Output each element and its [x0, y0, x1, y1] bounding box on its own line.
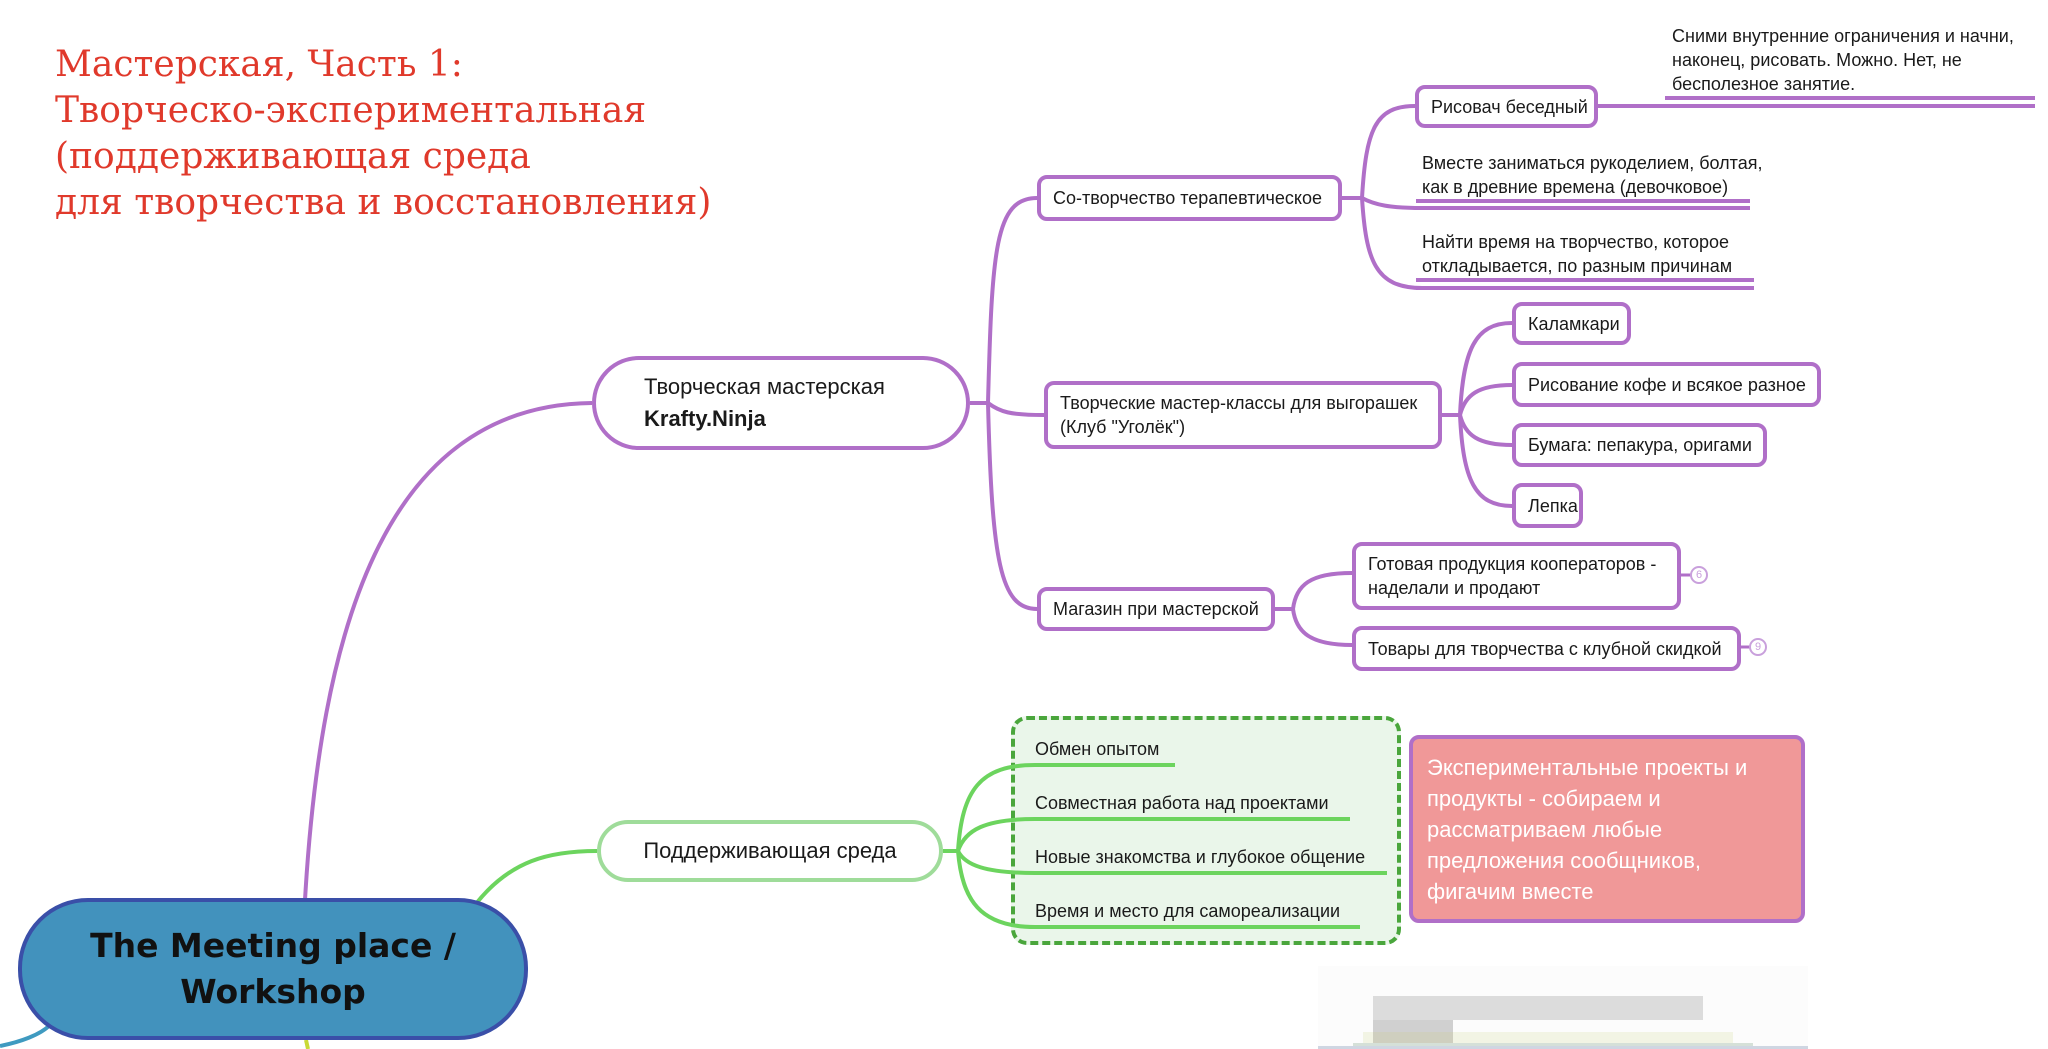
- title-line: Творческо-экспериментальная: [55, 90, 647, 131]
- note-risovach[interactable]: Сними внутренние ограничения и начни, на…: [1672, 24, 2014, 96]
- node-label-brand: Krafty.Ninja: [644, 406, 766, 431]
- note-line: продукты - собираем и: [1427, 786, 1661, 811]
- root-label-line: The Meeting place /: [90, 926, 456, 965]
- link-root-yellow: [304, 1039, 310, 1049]
- topic-vmeste[interactable]: Вместе заниматься рукоделием, болтая, ка…: [1422, 151, 1762, 199]
- node-label: Рисование кофе и всякое разное: [1528, 374, 1806, 395]
- link-root-krafty: [303, 401, 593, 901]
- note-experimental-projects[interactable]: Экспериментальные проекты и продукты - с…: [1409, 735, 1805, 923]
- node-label: Творческая мастерская: [644, 374, 885, 399]
- link-cotv-vmeste: [1361, 196, 1423, 210]
- link-krafty-cotv: [986, 196, 1038, 404]
- mindmap-title: Мастерская, Часть 1: Творческо-экспериме…: [55, 42, 711, 226]
- node-label: Каламкари: [1528, 313, 1620, 334]
- node-masterclasses[interactable]: Творческие мастер-классы для выгорашек (…: [1044, 381, 1442, 449]
- node-krafty-ninja[interactable]: Творческая мастерская Krafty.Ninja: [592, 356, 970, 450]
- link-krafty-shop: [986, 402, 1038, 611]
- link-master-item-3: [1458, 414, 1513, 508]
- title-line: (поддерживающая среда: [55, 136, 531, 177]
- note-line: наконец, рисовать. Можно. Нет, не: [1672, 50, 1962, 70]
- topic-line: Вместе заниматься рукоделием, болтая,: [1422, 153, 1763, 173]
- node-masterclass-item[interactable]: Лепка: [1512, 483, 1583, 528]
- link-cotv-risovach: [1360, 104, 1416, 199]
- link-shop-goods: [1291, 608, 1353, 647]
- root-node[interactable]: The Meeting place / Workshop: [18, 898, 528, 1040]
- node-label: Со-творчество терапевтическое: [1053, 188, 1323, 208]
- node-support-environment[interactable]: Поддерживающая среда: [597, 820, 943, 882]
- support-item[interactable]: Обмен опытом: [1035, 737, 1159, 761]
- node-label: Готовая продукция кооператоров -: [1368, 554, 1657, 574]
- node-label: Лепка: [1528, 495, 1578, 516]
- title-line: Мастерская, Часть 1:: [55, 44, 463, 85]
- collapsed-count-badge[interactable]: 9: [1749, 638, 1767, 656]
- node-label: Бумага: пепакура, оригами: [1528, 435, 1752, 455]
- topic-naiti-vremya[interactable]: Найти время на творчество, которое откла…: [1422, 230, 1732, 278]
- note-line: Сними внутренние ограничения и начни,: [1672, 26, 2014, 46]
- note-line: рассматриваем любые: [1427, 817, 1663, 842]
- blurred-region: [1318, 966, 1808, 1049]
- node-goods-discount[interactable]: Товары для творчества с клубной скидкой: [1352, 626, 1741, 671]
- node-label: Магазин при мастерской: [1053, 599, 1259, 619]
- node-masterclass-item[interactable]: Бумага: пепакура, оригами: [1512, 423, 1767, 467]
- topic-line: как в древние времена (девочковое): [1422, 177, 1729, 197]
- node-masterclass-item[interactable]: Рисование кофе и всякое разное: [1512, 362, 1821, 407]
- collapsed-count-badge[interactable]: 6: [1690, 566, 1708, 584]
- link-krafty-master: [986, 401, 1045, 417]
- node-shop[interactable]: Магазин при мастерской: [1037, 587, 1275, 631]
- node-risovach[interactable]: Рисовач беседный: [1415, 85, 1598, 128]
- support-item[interactable]: Совместная работа над проектами: [1035, 791, 1329, 815]
- note-line: бесполезное занятие.: [1672, 74, 1856, 94]
- link-master-item-0: [1458, 321, 1513, 416]
- link-root-teal: [0, 1023, 52, 1048]
- node-cocreation[interactable]: Со-творчество терапевтическое: [1037, 175, 1342, 221]
- topic-line: откладывается, по разным причинам: [1422, 256, 1733, 276]
- node-label: Рисовач беседный: [1431, 96, 1588, 117]
- note-line: предложения сообщников,: [1427, 848, 1701, 873]
- node-label: наделали и продают: [1368, 578, 1541, 598]
- note-line: Экспериментальные проекты и: [1427, 755, 1748, 780]
- node-ready-products[interactable]: Готовая продукция кооператоров - наделал…: [1352, 542, 1681, 610]
- node-label: Товары для творчества с клубной скидкой: [1368, 638, 1722, 659]
- title-line: для творчества и восстановления): [55, 182, 712, 223]
- topic-line: Найти время на творчество, которое: [1422, 232, 1730, 252]
- link-master-item-2: [1458, 414, 1513, 447]
- root-label-line: Workshop: [180, 972, 366, 1011]
- link-cotv-naiti: [1360, 197, 1423, 290]
- node-label: (Клуб "Уголёк"): [1060, 417, 1186, 437]
- note-line: фигачим вместе: [1427, 879, 1594, 904]
- node-masterclass-item[interactable]: Каламкари: [1512, 302, 1631, 345]
- node-label: Поддерживающая среда: [643, 838, 897, 863]
- support-item[interactable]: Время и место для самореализации: [1035, 899, 1340, 923]
- link-root-support: [473, 849, 598, 907]
- link-master-item-1: [1458, 383, 1513, 416]
- link-shop-ready: [1291, 571, 1353, 610]
- support-item[interactable]: Новые знакомства и глубокое общение: [1035, 845, 1365, 869]
- node-label: Творческие мастер-классы для выгорашек: [1060, 393, 1418, 413]
